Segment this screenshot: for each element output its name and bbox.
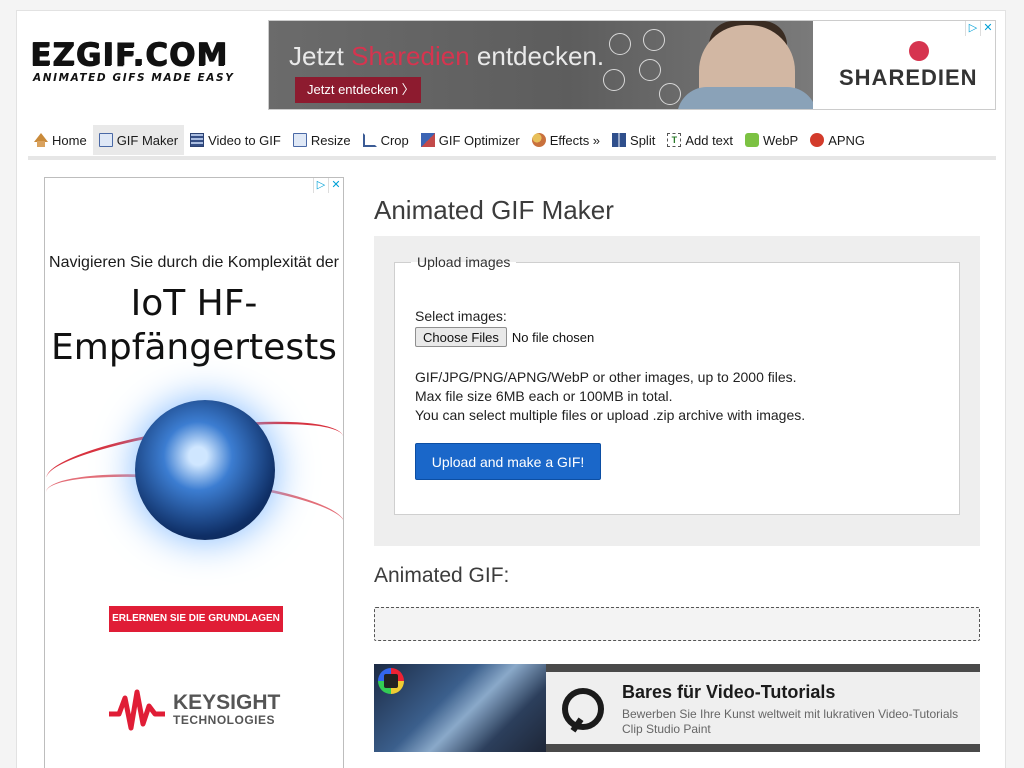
sharedien-logo-icon [909,41,929,61]
nav-split[interactable]: Split [606,125,661,155]
nav-webp[interactable]: WebP [739,125,804,155]
site-logo[interactable]: EZGIF.COM ANIMATED GIFS MADE EASY [30,37,260,85]
upload-fieldset: Upload images Select images: Choose File… [394,254,960,515]
ad-brand-name: SHAREDIEN [839,65,978,90]
clip-studio-logo-icon [562,688,604,730]
upload-panel: Upload images Select images: Choose File… [374,236,980,546]
select-images-label: Select images: [415,308,507,324]
ad-headline-brand: Sharedien [351,41,470,71]
file-status: No file chosen [511,329,595,345]
optimizer-icon [420,133,435,147]
nav-video-to-gif[interactable]: Video to GIF [184,125,287,155]
close-icon[interactable]: ✕ [980,21,995,36]
ad-choices: ▷ ✕ [965,21,995,36]
upload-info: GIF/JPG/PNG/APNG/WebP or other images, u… [415,369,806,423]
nav-apng[interactable]: APNG [804,125,871,155]
webp-icon [745,133,760,147]
upload-button[interactable]: Upload and make a GIF! [415,443,601,480]
page-title: Animated GIF Maker [374,195,614,225]
side-ad-headline: IoT HF- Empfängertests [51,283,337,368]
film-icon [190,133,205,147]
nav-effects[interactable]: Effects » [526,125,606,155]
ad-headline: Jetzt Sharedien entdecken. [289,41,605,71]
resize-icon [292,133,307,147]
top-banner-ad[interactable]: Jetzt Sharedien entdecken. Jetzt entdeck… [268,20,996,110]
add-text-icon: T [667,133,682,147]
adchoices-icon[interactable]: ▷ [965,21,980,36]
nav-home[interactable]: Home [28,125,93,155]
side-ad-choices: ▷ ✕ [313,178,343,193]
side-ad-company: KEYSIGHT [173,691,281,714]
ad-cta-button[interactable]: Jetzt entdecken 〉 [295,77,421,103]
choose-files-button[interactable]: Choose Files [415,327,507,347]
animated-gif-output [374,607,980,641]
nav-crop[interactable]: Crop [357,125,415,155]
gif-maker-icon [98,133,113,147]
iot-globe-image [135,400,275,540]
animated-gif-heading: Animated GIF: [374,564,510,587]
nav-add-text[interactable]: T Add text [661,125,739,155]
nav-gif-maker[interactable]: GIF Maker [92,125,185,155]
logo-tagline: ANIMATED GIFS MADE EASY [33,72,235,84]
ad-person-shirt [677,87,817,109]
file-input[interactable]: Choose Files No file chosen [415,327,594,347]
keysight-logo-icon [109,689,165,731]
logo-text: EZGIF.COM [30,37,228,73]
fieldset-legend: Upload images [417,254,511,270]
close-icon[interactable]: ✕ [328,178,343,193]
ad-decorative-icons [599,29,699,107]
side-ad-subtitle: Navigieren Sie durch die Komplexität der [49,254,339,271]
side-ad-cta-button[interactable]: ERLERNEN SIE DIE GRUNDLAGEN ❯❯ [109,606,283,650]
bottom-ad-description: Bewerben Sie Ihre Kunst weltweit mit luk… [622,707,959,736]
bottom-ad-card[interactable]: Bares für Video-Tutorials Bewerben Sie I… [546,672,980,744]
side-ad-company-sub: TECHNOLOGIES [173,713,276,727]
nav-gif-optimizer[interactable]: GIF Optimizer [415,125,526,155]
main-nav: Home GIF Maker Video to GIF Resize Crop … [28,124,996,156]
bottom-ad-title: Bares für Video-Tutorials [622,682,836,702]
color-wheel-icon [378,668,404,694]
adchoices-icon[interactable]: ▷ [313,178,328,193]
side-ad[interactable]: ▷ ✕ Navigieren Sie durch die Komplexität… [44,177,344,768]
nav-resize[interactable]: Resize [287,125,357,155]
bottom-ad[interactable]: Bares für Video-Tutorials Bewerben Sie I… [374,664,980,752]
split-icon [612,133,627,147]
crop-icon [362,133,377,147]
nav-divider [28,156,996,160]
apng-icon [810,133,825,147]
home-icon [34,132,48,147]
palette-icon [531,133,546,147]
